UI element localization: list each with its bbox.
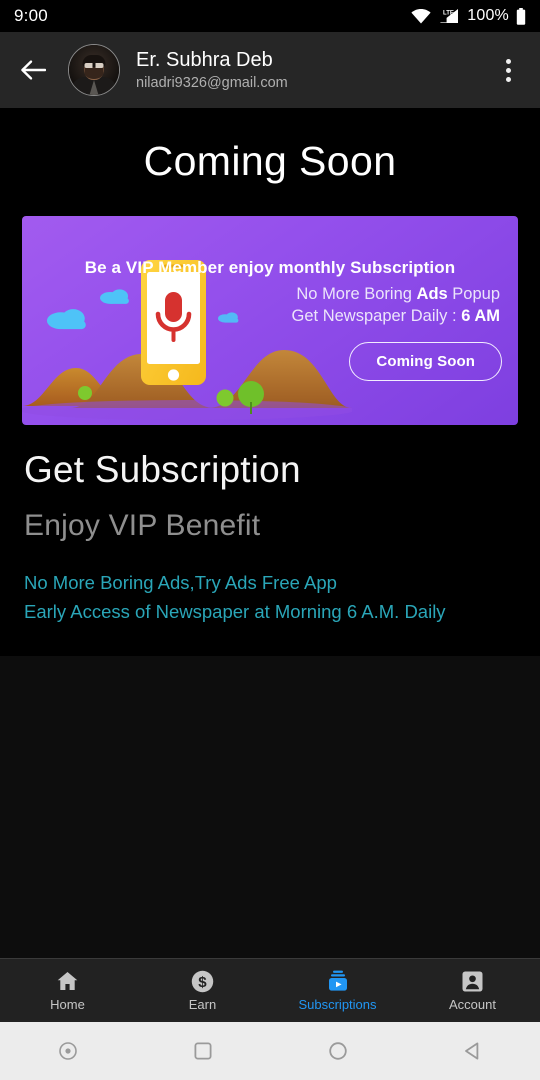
section-subtitle: Enjoy VIP Benefit — [24, 509, 261, 542]
dot — [505, 58, 511, 64]
nav-label: Earn — [188, 997, 217, 1012]
home-circle-icon[interactable] — [270, 1040, 405, 1062]
benefit-item: Early Access of Newspaper at Morning 6 A… — [24, 600, 446, 622]
promo-headline: Be a VIP Member enjoy monthly Subscripti… — [84, 258, 456, 277]
section-title: Get Subscription — [24, 449, 301, 490]
avatar[interactable] — [68, 44, 120, 96]
main-content: Coming Soon Be a VIP Member enjoy monthl… — [0, 108, 540, 958]
app-bar: Er. Subhra Deb niladri9326@gmail.com — [0, 32, 540, 108]
back-arrow-icon[interactable] — [16, 53, 50, 87]
dollar-coin-icon: $ — [190, 969, 215, 993]
benefits-list: No More Boring Ads,Try Ads Free App Earl… — [24, 569, 540, 626]
account-box-icon — [460, 969, 485, 993]
benefit-item: No More Boring Ads,Try Ads Free App — [24, 572, 337, 593]
nav-label: Subscriptions — [298, 997, 377, 1012]
promo-card[interactable]: Be a VIP Member enjoy monthly Subscripti… — [22, 216, 518, 425]
nav-label: Home — [50, 997, 85, 1012]
user-name: Er. Subhra Deb — [136, 48, 273, 71]
user-info: Er. Subhra Deb niladri9326@gmail.com — [136, 48, 288, 93]
battery-icon — [516, 7, 526, 25]
nav-label: Account — [449, 997, 496, 1012]
battery-percent-label: 100% — [467, 7, 509, 24]
android-system-navigation — [0, 1022, 540, 1080]
bottom-navigation-bar: Home $ Earn Subscriptions Account — [0, 958, 540, 1022]
status-bar: 9:00 LTE 100% — [0, 0, 540, 32]
more-vertical-icon[interactable] — [492, 50, 524, 90]
status-time: 9:00 — [14, 6, 48, 25]
wifi-icon — [411, 8, 431, 24]
dot — [505, 76, 511, 82]
coming-soon-button[interactable]: Coming Soon — [349, 342, 502, 381]
promo-line1-pre: No More Boring — [296, 285, 417, 303]
nav-item-account[interactable]: Account — [405, 969, 540, 1012]
promo-line-1: No More Boring Ads Popup — [36, 285, 504, 304]
nav-item-subscriptions[interactable]: Subscriptions — [270, 969, 405, 1012]
dot — [505, 67, 511, 73]
nav-item-home[interactable]: Home — [0, 969, 135, 1012]
nav-item-earn[interactable]: $ Earn — [135, 969, 270, 1012]
promo-line2-bold: 6 AM — [461, 307, 500, 325]
home-icon — [55, 969, 80, 993]
screenshot-dot-icon[interactable] — [0, 1040, 135, 1062]
svg-text:$: $ — [198, 973, 207, 990]
promo-line2-pre: Get Newspaper Daily : — [291, 307, 462, 325]
bush-small-left — [78, 386, 92, 400]
status-icons: LTE 100% — [411, 7, 526, 25]
promo-text-block: Be a VIP Member enjoy monthly Subscripti… — [22, 216, 518, 326]
promo-line-2: Get Newspaper Daily : 6 AM — [36, 307, 504, 326]
promo-line1-bold: Ads — [416, 285, 448, 303]
avatar-glasses — [84, 63, 104, 68]
recents-square-icon[interactable] — [135, 1040, 270, 1062]
bush-small-right — [216, 389, 234, 407]
user-email: niladri9326@gmail.com — [136, 74, 288, 91]
page-title: Coming Soon — [143, 138, 397, 184]
lte-signal-icon: LTE — [438, 8, 460, 24]
back-triangle-icon[interactable] — [405, 1040, 540, 1062]
subscriptions-icon — [325, 969, 351, 993]
app-screen: 9:00 LTE 100% Er. Subhra Deb niladri9326… — [0, 0, 540, 1080]
promo-line1-post: Popup — [447, 285, 500, 303]
